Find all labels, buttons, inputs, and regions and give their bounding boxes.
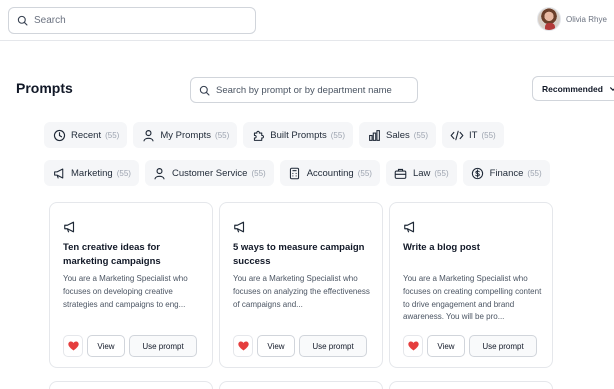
view-button[interactable]: View [87,335,125,357]
calculator-icon [288,166,302,180]
chip-count: (55) [116,168,131,178]
chip-count: (55) [357,168,372,178]
global-search[interactable] [8,7,256,34]
user-icon [141,128,155,142]
prompt-card[interactable] [219,381,383,389]
use-prompt-button[interactable]: Use prompt [469,335,537,357]
search-icon [17,15,28,26]
favorite-button[interactable] [233,335,253,357]
clock-icon [52,128,66,142]
chip-label: IT [469,129,478,141]
chip-label: My Prompts [160,129,212,141]
heart-icon [407,341,419,351]
dollar-icon [471,166,485,180]
puzzle-icon [251,128,265,142]
chip-recent[interactable]: Recent (55) [44,122,128,148]
chip-label: Accounting [306,167,354,179]
avatar[interactable] [537,7,561,31]
chip-count: (55) [251,168,266,178]
card-description: You are a Marketing Specialist who focus… [233,274,370,309]
megaphone-icon [404,221,415,233]
chip-label: Law [412,167,431,179]
user-name: Olivia Rhye [566,14,607,24]
heart-icon [67,341,79,351]
chip-count: (55) [105,130,120,140]
briefcase-icon [394,166,408,180]
card-title: 5 ways to measure campaign success [233,242,365,267]
chip-my-prompts[interactable]: My Prompts (55) [133,122,238,148]
chip-accounting[interactable]: Accounting (55) [279,160,380,186]
favorite-button[interactable] [63,335,83,357]
use-prompt-button[interactable]: Use prompt [299,335,367,357]
chip-label: Customer Service [171,167,248,179]
sort-dropdown[interactable]: Recommended [532,76,614,101]
favorite-button[interactable] [403,335,423,357]
card-actions: View Use prompt [63,335,197,357]
category-chips-row-2: Marketing (55) Customer Service (55) Acc… [44,160,550,186]
chip-finance[interactable]: Finance (55) [462,160,550,186]
global-search-input[interactable] [34,15,234,26]
megaphone-icon [234,221,245,233]
chip-label: Finance [489,167,524,179]
chip-label: Marketing [71,167,113,179]
chip-count: (55) [413,130,428,140]
code-icon [450,128,464,142]
prompt-card[interactable] [389,381,553,389]
chip-it[interactable]: IT (55) [442,122,504,148]
card-description: You are a Marketing Specialist who focus… [63,274,188,309]
heart-icon [237,341,249,351]
chip-count: (55) [215,130,230,140]
chip-law[interactable]: Law (55) [385,160,457,186]
view-button[interactable]: View [427,335,465,357]
bar-chart-icon [367,128,381,142]
megaphone-icon [64,221,75,233]
chip-label: Built Prompts [270,129,327,141]
page-title: Prompts [16,80,73,96]
chip-label: Sales [386,129,410,141]
search-icon [199,85,210,96]
view-button[interactable]: View [257,335,295,357]
chip-sales[interactable]: Sales (55) [359,122,436,148]
chip-built-prompts[interactable]: Built Prompts (55) [243,122,353,148]
card-description: You are a Marketing Specialist who focus… [403,274,542,322]
user-menu[interactable]: Olivia Rhye [537,7,607,31]
card-title: Write a blog post [403,242,480,253]
prompt-search[interactable] [190,77,418,103]
chip-marketing[interactable]: Marketing (55) [44,160,139,186]
prompt-card[interactable] [49,381,213,389]
top-bar: Olivia Rhye [0,0,614,41]
prompt-card[interactable]: Write a blog post You are a Marketing Sp… [389,202,553,368]
prompt-card[interactable]: 5 ways to measure campaign success You a… [219,202,383,368]
card-actions: View Use prompt [403,335,537,357]
sort-label: Recommended [542,83,603,94]
chip-customer-service[interactable]: Customer Service (55) [144,160,274,186]
card-title: Ten creative ideas for marketing campaig… [63,242,161,267]
chip-label: Recent [71,129,102,141]
chip-count: (55) [527,168,542,178]
chip-count: (55) [434,168,449,178]
megaphone-icon [52,166,66,180]
chevron-down-icon [609,86,614,91]
prompt-card[interactable]: Ten creative ideas for marketing campaig… [49,202,213,368]
use-prompt-button[interactable]: Use prompt [129,335,197,357]
chip-count: (55) [330,130,345,140]
prompt-search-input[interactable] [216,84,411,96]
user-icon [153,166,167,180]
card-actions: View Use prompt [233,335,367,357]
chip-count: (55) [481,130,496,140]
category-chips-row-1: Recent (55) My Prompts (55) Built Prompt… [44,122,504,148]
